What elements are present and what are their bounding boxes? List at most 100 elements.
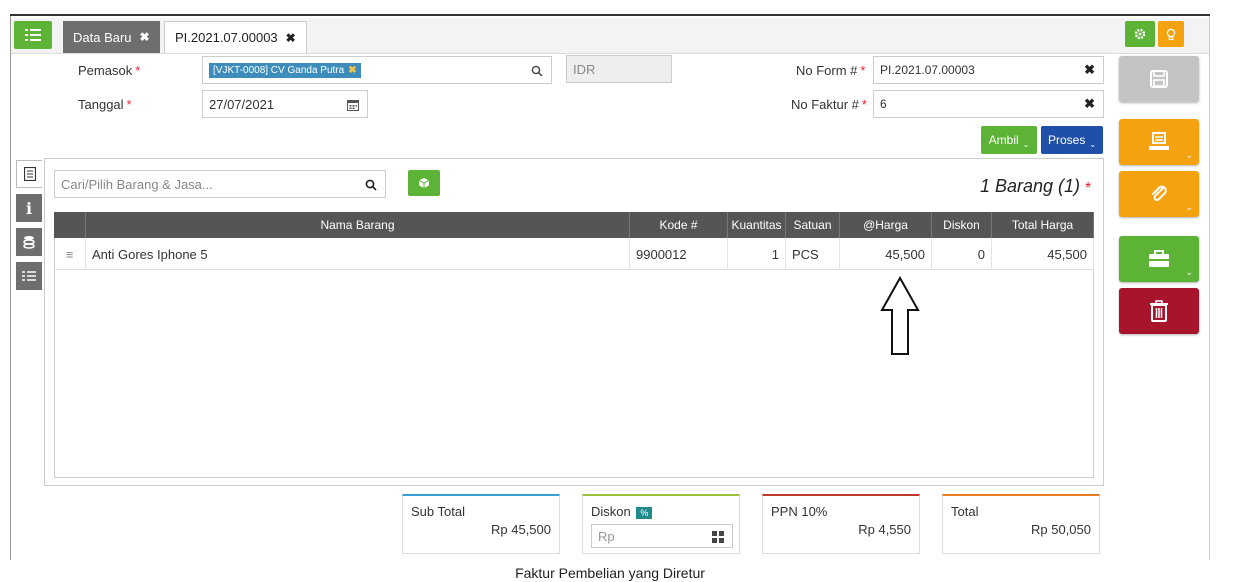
ppn-box: PPN 10% Rp 4,550	[762, 494, 920, 554]
th-kode[interactable]: Kode #	[630, 212, 728, 238]
required-mark: *	[135, 63, 141, 78]
search-icon[interactable]	[531, 65, 543, 77]
subtotal-box: Sub Total Rp 45,500	[402, 494, 560, 554]
no-faktur-value: 6	[880, 97, 887, 111]
hamburger-list-icon	[25, 29, 41, 41]
close-icon[interactable]: ✖	[286, 31, 296, 45]
floppy-disk-icon	[1150, 70, 1168, 88]
briefcase-button[interactable]: ⌄	[1119, 236, 1199, 282]
chevron-down-icon: ⌄	[1185, 202, 1193, 212]
no-form-label-text: No Form #	[796, 63, 858, 78]
currency-field: IDR	[566, 55, 672, 83]
calendar-icon[interactable]	[347, 99, 359, 111]
no-faktur-input[interactable]: 6 ✖	[873, 90, 1104, 118]
total-box: Total Rp 50,050	[942, 494, 1100, 554]
menu-button[interactable]	[14, 21, 52, 49]
required-mark: *	[126, 97, 132, 112]
date-value: 27/07/2021	[209, 96, 275, 112]
print-list-icon	[1149, 132, 1169, 150]
add-item-button[interactable]	[408, 170, 440, 196]
cube-icon	[419, 178, 429, 188]
subtotal-value: Rp 45,500	[491, 522, 551, 537]
supplier-chip-text: [VJKT-0008] CV Ganda Putra	[213, 64, 345, 76]
remove-chip-icon[interactable]: ✖	[348, 65, 356, 76]
cell-diskon: 0	[932, 238, 992, 270]
proses-label: Proses	[1047, 133, 1086, 147]
supplier-chip: [VJKT-0008] CV Ganda Putra ✖	[209, 62, 361, 78]
th-nama-barang[interactable]: Nama Barang	[86, 212, 630, 238]
diskon-label: Diskon	[591, 504, 631, 519]
ambil-label: Ambil	[988, 133, 1019, 147]
th-harga[interactable]: @Harga	[840, 212, 932, 238]
trash-icon	[1150, 300, 1168, 322]
lightbulb-icon	[1166, 28, 1176, 40]
th-satuan[interactable]: Satuan	[786, 212, 840, 238]
table-header: Nama Barang Kode # Kuantitas Satuan @Har…	[54, 212, 1094, 238]
close-icon[interactable]: ✖	[140, 30, 150, 44]
print-button[interactable]: ⌄	[1119, 119, 1199, 165]
total-label: Total	[951, 504, 979, 519]
save-button[interactable]	[1119, 56, 1199, 102]
th-handle	[54, 212, 86, 238]
cell-harga: 45,500	[840, 238, 932, 270]
no-form-label: No Form # *	[796, 63, 865, 78]
search-icon[interactable]	[365, 179, 377, 191]
ppn-value: Rp 4,550	[858, 522, 911, 537]
pemasok-label: Pemasok *	[78, 63, 140, 78]
th-total-harga[interactable]: Total Harga	[992, 212, 1094, 238]
percent-toggle-badge[interactable]: %	[636, 507, 653, 519]
clear-icon[interactable]: ✖	[1084, 62, 1095, 78]
tanggal-label-text: Tanggal	[78, 97, 124, 112]
table-row[interactable]: ≡ Anti Gores Iphone 5 9900012 1 PCS 45,5…	[54, 238, 1094, 270]
required-mark: *	[1085, 180, 1092, 197]
tab-label: Data Baru	[73, 29, 132, 45]
item-search-input[interactable]: Cari/Pilih Barang & Jasa...	[54, 170, 386, 198]
chevron-down-icon: ⌄	[1185, 150, 1193, 160]
currency-text: IDR	[573, 61, 596, 77]
diskon-placeholder: Rp	[598, 528, 615, 544]
info-icon: i	[25, 198, 33, 218]
proses-button[interactable]: Proses ⌄	[1041, 126, 1103, 154]
subtotal-label: Sub Total	[411, 504, 465, 519]
cell-qty: 1	[728, 238, 786, 270]
cell-satuan: PCS	[786, 238, 840, 270]
caption: Faktur Pembelian yang Diretur	[515, 565, 705, 581]
paperclip-icon	[1152, 185, 1167, 201]
document-list-icon	[23, 167, 36, 181]
settings-button[interactable]	[1125, 21, 1155, 47]
diskon-box: Diskon % Rp	[582, 494, 740, 554]
tab-items[interactable]	[16, 160, 42, 188]
no-form-input[interactable]: PI.2021.07.00003 ✖	[873, 56, 1104, 84]
chevron-down-icon: ⌄	[1185, 267, 1193, 277]
clear-icon[interactable]: ✖	[1084, 96, 1095, 112]
gear-icon	[1134, 28, 1146, 40]
tips-button[interactable]	[1158, 21, 1184, 47]
item-count: 1 Barang (1)	[900, 176, 1080, 197]
chevron-down-icon: ⌄	[1022, 139, 1030, 149]
tab-checklist[interactable]	[16, 262, 42, 290]
required-mark: *	[861, 97, 867, 112]
tab-data-baru[interactable]: Data Baru ✖	[63, 21, 160, 53]
pemasok-label-text: Pemasok	[78, 63, 133, 78]
th-kuantitas[interactable]: Kuantitas	[728, 212, 786, 238]
delete-button[interactable]	[1119, 288, 1199, 334]
coins-icon	[23, 236, 35, 249]
date-input[interactable]: 27/07/2021	[202, 90, 368, 118]
attachment-button[interactable]: ⌄	[1119, 171, 1199, 217]
required-mark: *	[860, 63, 866, 78]
tab-info[interactable]: i	[16, 194, 42, 222]
drag-handle-icon[interactable]: ≡	[54, 238, 86, 270]
up-arrow-annotation-icon	[880, 276, 920, 355]
th-diskon[interactable]: Diskon	[932, 212, 992, 238]
tanggal-label: Tanggal *	[78, 97, 132, 112]
tab-invoice[interactable]: PI.2021.07.00003 ✖	[164, 21, 307, 53]
calculator-icon[interactable]	[712, 531, 724, 543]
ambil-button[interactable]: Ambil ⌄	[981, 126, 1037, 154]
tab-bar: Data Baru ✖ PI.2021.07.00003 ✖	[11, 18, 1209, 54]
cell-nama: Anti Gores Iphone 5	[86, 238, 630, 270]
tab-payment[interactable]	[16, 228, 42, 256]
chevron-down-icon: ⌄	[1089, 139, 1097, 149]
tab-label: PI.2021.07.00003	[175, 30, 278, 45]
supplier-select[interactable]: [VJKT-0008] CV Ganda Putra ✖	[202, 56, 552, 84]
diskon-input[interactable]: Rp	[591, 524, 733, 548]
